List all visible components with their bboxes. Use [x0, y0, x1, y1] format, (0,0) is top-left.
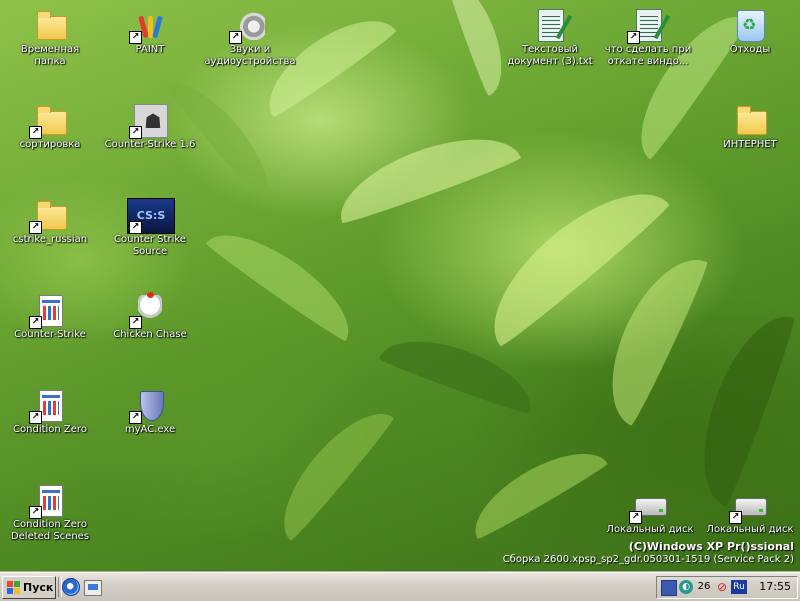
desktop-icon-label: Локальный диск [606, 524, 694, 535]
desktop-icon-label: Counter-Strike [14, 329, 86, 340]
desktop-icon-label: что сделать при откате виндо... [604, 44, 692, 67]
hard-drive-icon: ↗ [729, 488, 767, 524]
shortcut-arrow-icon: ↗ [29, 316, 42, 329]
desktop-icon-chicken-chase[interactable]: ↗ Chicken Chase [102, 287, 198, 361]
windows-flag-icon [7, 581, 20, 594]
folder-icon [33, 8, 67, 42]
start-button[interactable]: Пуск [2, 576, 56, 599]
desktop-icon-temp-folder[interactable]: Временная папка [2, 2, 98, 76]
counter-strike-icon: ☗ ↗ [129, 103, 168, 139]
desktop-icon-paint[interactable]: ↗ PAINT [102, 2, 198, 76]
hard-drive-icon: ↗ [629, 488, 667, 524]
shortcut-arrow-icon: ↗ [129, 411, 142, 424]
system-tray: ◐ 26 ⊘ Ru 17:55 [656, 576, 798, 599]
dial-up-icon[interactable]: ◐ [679, 580, 693, 594]
desktop-icon-counter-strike-16[interactable]: ☗ ↗ Counter-Strike 1.6 [102, 97, 198, 171]
desktop-icon-label: PAINT [135, 44, 165, 55]
shortcut-arrow-icon: ↗ [729, 511, 742, 524]
shortcut-arrow-icon: ↗ [129, 31, 142, 44]
desktop-icon-counter-strike[interactable]: ↗ Counter-Strike [2, 287, 98, 361]
desktop-icon-label: cstrike_russian [12, 234, 88, 245]
desktop[interactable]: Временная папка ↗ PAINT ↗ Звуки и аудиоу… [0, 0, 800, 572]
language-icon[interactable]: Ru [731, 580, 747, 594]
clock[interactable]: 17:55 [759, 580, 791, 593]
network-icon[interactable] [661, 580, 677, 596]
desktop-icon-label: Counter-Strike 1.6 [104, 139, 196, 150]
desktop-icon-label: Condition Zero Deleted Scenes [10, 519, 90, 542]
shortcut-arrow-icon: ↗ [29, 506, 42, 519]
taskbar: Пуск ◐ 26 ⊘ Ru 17:55 [0, 572, 800, 601]
desktop-icon-sorting-folder[interactable]: ↗ сортировка [2, 97, 98, 171]
desktop-icon-label: Condition Zero [13, 424, 87, 435]
watermark-product: (C)Windows XP Pr()ssional [628, 540, 794, 553]
watermark-build: Сборка 2600.xpsp_sp2_gdr.050301-1519 (Se… [502, 554, 794, 565]
chicken-icon: ↗ [129, 292, 167, 329]
shortcut-arrow-icon: ↗ [29, 411, 42, 424]
desktop-icon-internet-folder[interactable]: ИНТЕРНЕТ [702, 97, 798, 171]
shortcut-arrow-icon: ↗ [29, 126, 42, 139]
shield-icon: ↗ [129, 388, 167, 424]
desktop-icon-label: Временная папка [20, 44, 80, 67]
desktop-icon-condition-zero[interactable]: ↗ Condition Zero [2, 382, 98, 456]
language-indicator: Ru [733, 582, 745, 592]
shortcut-arrow-icon: ↗ [129, 221, 142, 234]
document-icon: ↗ [29, 293, 67, 329]
shortcut-arrow-icon: ↗ [29, 221, 42, 234]
notepad-icon: ↗ [627, 8, 671, 44]
desktop-icon-label: Отходы [729, 44, 771, 55]
internet-explorer-icon[interactable] [62, 578, 80, 596]
desktop-icon-myac[interactable]: ↗ myAC.exe [102, 382, 198, 456]
start-label: Пуск [23, 581, 54, 594]
desktop-icon-cstrike-russian[interactable]: ↗ cstrike_russian [2, 192, 98, 266]
desktop-icon-sounds[interactable]: ↗ Звуки и аудиоустройства [202, 2, 298, 76]
os-version-watermark: (C)Windows XP Pr()ssional Сборка 2600.xp… [503, 540, 794, 566]
desktop-icon-label: сортировка [19, 139, 81, 150]
desktop-icon-condition-zero-deleted-scenes[interactable]: ↗ Condition Zero Deleted Scenes [2, 477, 98, 551]
desktop-icon-label: Counter Strike Source [114, 234, 186, 257]
shortcut-arrow-icon: ↗ [129, 126, 142, 139]
speaker-icon: ↗ [229, 8, 267, 44]
shortcut-arrow-icon: ↗ [627, 31, 640, 44]
desktop-icon-label: Chicken Chase [113, 329, 187, 340]
desktop-icon-label: myAC.exe [124, 424, 176, 435]
document-icon: ↗ [29, 388, 67, 424]
shortcut-arrow-icon: ↗ [129, 316, 142, 329]
desktop-icon-label: Текстовый документ (3).txt [507, 44, 593, 67]
counter-strike-source-icon: CS:S ↗ [127, 198, 175, 234]
desktop-icon-label: Звуки и аудиоустройства [204, 44, 296, 67]
desktop-icon-rollback-note[interactable]: ↗ что сделать при откате виндо... [600, 2, 696, 76]
recycle-bin-icon: ♻ [733, 8, 767, 42]
document-icon: ↗ [29, 483, 67, 519]
desktop-icon-recycle-bin[interactable]: ♻ Отходы [702, 2, 798, 76]
folder-icon [733, 103, 767, 137]
blocked-icon[interactable]: ⊘ [715, 580, 729, 594]
desktop-icon-text-document[interactable]: Текстовый документ (3).txt [502, 2, 598, 76]
desktop-icon-counter-strike-source[interactable]: CS:S ↗ Counter Strike Source [102, 192, 198, 266]
show-desktop-icon[interactable] [84, 578, 102, 596]
notepad-icon [533, 8, 573, 42]
desktop-icon-label: Локальный диск [706, 524, 794, 535]
paint-icon: ↗ [129, 8, 167, 44]
temperature-icon[interactable]: 26 [695, 580, 713, 594]
shortcut-arrow-icon: ↗ [229, 31, 242, 44]
folder-icon: ↗ [29, 198, 67, 234]
temperature-value: 26 [697, 581, 711, 592]
folder-icon: ↗ [29, 103, 67, 139]
desktop-icon-label: ИНТЕРНЕТ [723, 139, 777, 150]
shortcut-arrow-icon: ↗ [629, 511, 642, 524]
